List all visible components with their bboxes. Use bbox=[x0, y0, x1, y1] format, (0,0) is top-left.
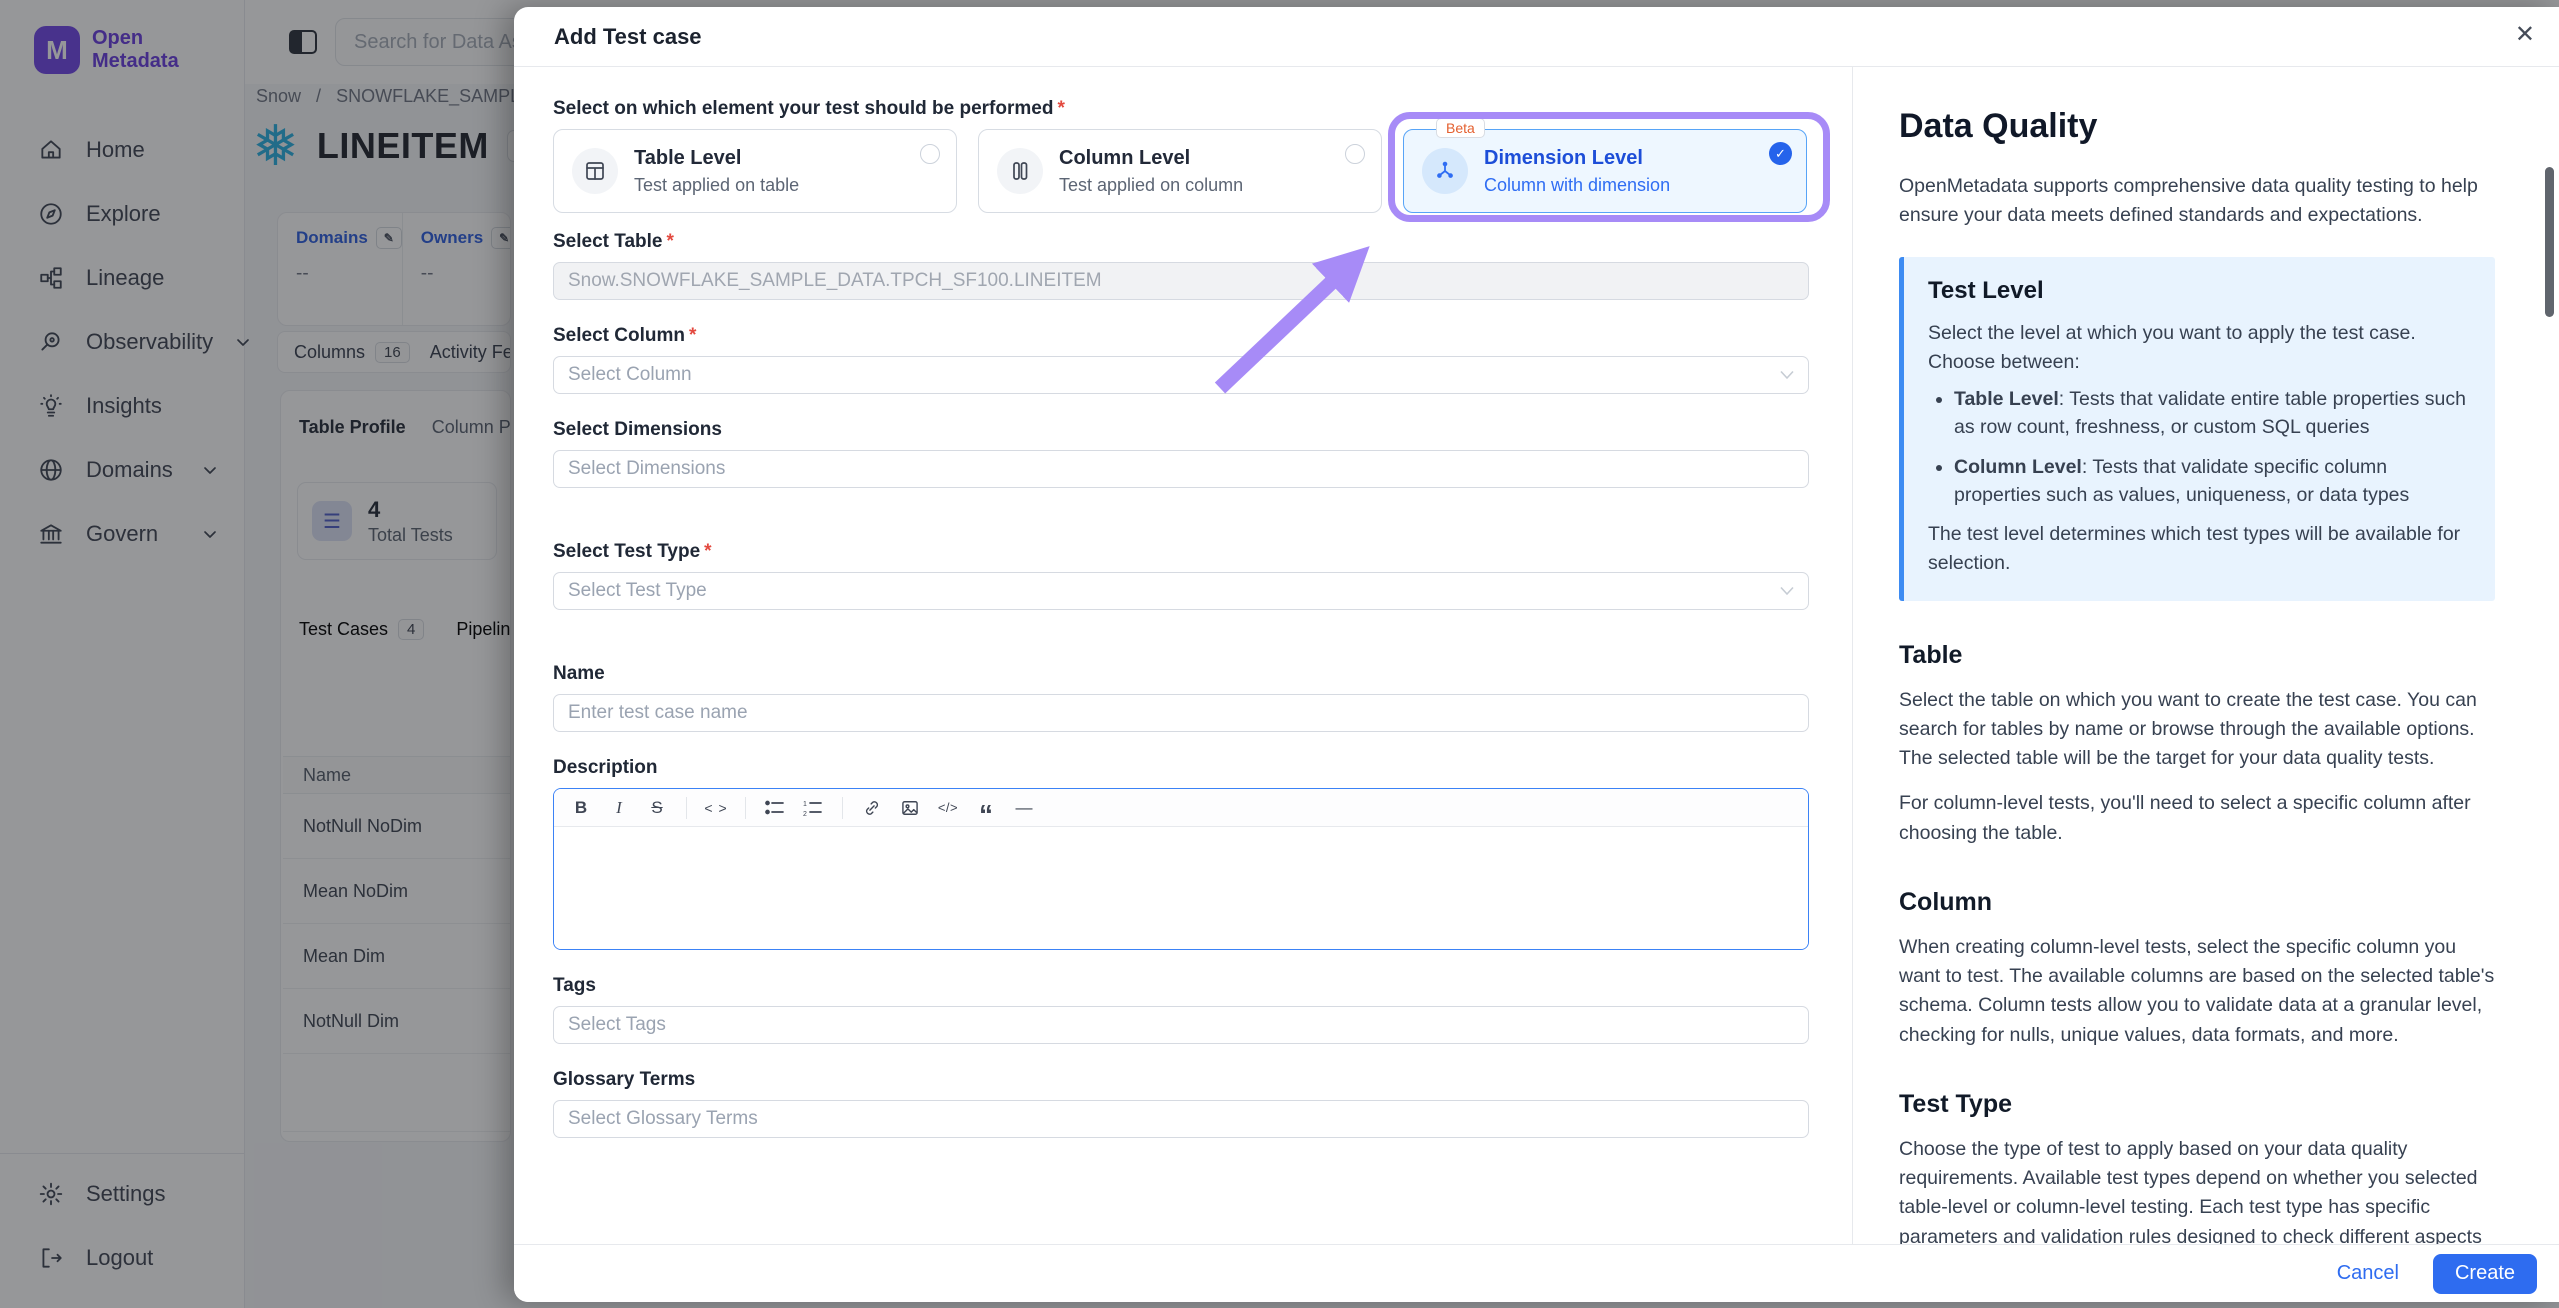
chevron-down-icon bbox=[1780, 370, 1794, 380]
docs-intro: OpenMetadata supports comprehensive data… bbox=[1899, 172, 2495, 231]
select-table-input: Snow.SNOWFLAKE_SAMPLE_DATA.TPCH_SF100.LI… bbox=[553, 262, 1809, 300]
description-field: Description B I S < > 12 bbox=[553, 756, 1809, 950]
select-test-type-field: Select Test Type* Select Test Type bbox=[553, 540, 1809, 610]
description-textarea[interactable] bbox=[554, 827, 1808, 949]
test-level-bullets: Table Level: Tests that validate entire … bbox=[1928, 385, 2471, 509]
select-dimensions-input[interactable]: Select Dimensions bbox=[553, 450, 1809, 488]
quote-icon[interactable]: “ bbox=[969, 794, 1003, 822]
docs-bullet: Column Level: Tests that validate specif… bbox=[1954, 453, 2471, 510]
docs-paragraph: For column-level tests, you'll need to s… bbox=[1899, 789, 2495, 848]
modal-title: Add Test case bbox=[554, 24, 702, 50]
beta-badge: Beta bbox=[1436, 118, 1485, 138]
link-icon[interactable] bbox=[855, 794, 889, 822]
tags-field: Tags Select Tags bbox=[553, 974, 1809, 1044]
card-title: Column Level bbox=[1059, 147, 1243, 170]
docs-paragraph: Select the level at which you want to ap… bbox=[1928, 319, 2471, 378]
card-dimension-level[interactable]: Beta Dimension Level Column with dimensi… bbox=[1403, 129, 1807, 213]
bullet-list-icon[interactable] bbox=[758, 794, 792, 822]
docs-heading-column: Column bbox=[1899, 888, 2495, 917]
svg-text:2: 2 bbox=[803, 811, 807, 817]
select-column-dropdown[interactable]: Select Column bbox=[553, 356, 1809, 394]
selected-check-icon: ✓ bbox=[1769, 142, 1792, 165]
chevron-down-icon bbox=[1780, 586, 1794, 596]
radio-unselected-icon[interactable] bbox=[1345, 144, 1365, 164]
docs-panel: Data Quality OpenMetadata supports compr… bbox=[1852, 67, 2559, 1244]
cancel-button[interactable]: Cancel bbox=[2337, 1262, 2399, 1285]
card-table-level[interactable]: Table Level Test applied on table bbox=[553, 129, 957, 213]
bold-icon[interactable]: B bbox=[564, 794, 598, 822]
table-icon bbox=[572, 148, 618, 194]
modal-header: Add Test case ✕ bbox=[514, 7, 2559, 67]
card-title: Dimension Level bbox=[1484, 147, 1670, 170]
select-test-type-dropdown[interactable]: Select Test Type bbox=[553, 572, 1809, 610]
name-field: Name Enter test case name bbox=[553, 662, 1809, 732]
radio-unselected-icon[interactable] bbox=[920, 144, 940, 164]
dimension-icon bbox=[1422, 148, 1468, 194]
code-block-icon[interactable]: </> bbox=[931, 794, 965, 822]
columns-icon bbox=[997, 148, 1043, 194]
italic-icon[interactable]: I bbox=[602, 794, 636, 822]
strikethrough-icon[interactable]: S bbox=[640, 794, 674, 822]
test-level-cards: Table Level Test applied on table Column… bbox=[553, 129, 1809, 213]
docs-heading-test-level: Test Level bbox=[1928, 277, 2471, 305]
modal-body: Select on which element your test should… bbox=[514, 67, 2559, 1244]
test-level-infobox: Test Level Select the level at which you… bbox=[1899, 257, 2495, 601]
card-subtitle: Column with dimension bbox=[1484, 175, 1670, 196]
modal-footer: Cancel Create bbox=[514, 1244, 2559, 1302]
horizontal-rule-icon[interactable]: — bbox=[1007, 794, 1041, 822]
numbered-list-icon[interactable]: 12 bbox=[796, 794, 830, 822]
docs-title: Data Quality bbox=[1899, 107, 2495, 146]
card-title: Table Level bbox=[634, 147, 799, 170]
select-table-field: Select Table* Snow.SNOWFLAKE_SAMPLE_DATA… bbox=[553, 230, 1809, 300]
description-editor[interactable]: B I S < > 12 </> “ bbox=[553, 788, 1809, 950]
docs-heading-table: Table bbox=[1899, 641, 2495, 670]
glossary-terms-field: Glossary Terms Select Glossary Terms bbox=[553, 1068, 1809, 1138]
inline-code-icon[interactable]: < > bbox=[699, 794, 733, 822]
docs-paragraph: Choose the type of test to apply based o… bbox=[1899, 1135, 2495, 1244]
create-button[interactable]: Create bbox=[2433, 1254, 2537, 1294]
select-column-field: Select Column* Select Column bbox=[553, 324, 1809, 394]
card-subtitle: Test applied on table bbox=[634, 175, 799, 196]
tags-input[interactable]: Select Tags bbox=[553, 1006, 1809, 1044]
docs-scrollbar[interactable] bbox=[2545, 167, 2554, 317]
svg-text:1: 1 bbox=[803, 801, 807, 808]
docs-heading-test-type: Test Type bbox=[1899, 1090, 2495, 1119]
add-test-case-modal: Add Test case ✕ Select on which element … bbox=[514, 7, 2559, 1302]
docs-bullet: Table Level: Tests that validate entire … bbox=[1954, 385, 2471, 442]
docs-paragraph: When creating column-level tests, select… bbox=[1899, 933, 2495, 1050]
card-column-level[interactable]: Column Level Test applied on column bbox=[978, 129, 1382, 213]
app-root: M OpenMetadata Home Explore Lineage bbox=[0, 0, 2559, 1308]
docs-paragraph: Select the table on which you want to cr… bbox=[1899, 686, 2495, 774]
editor-toolbar: B I S < > 12 </> “ bbox=[554, 789, 1808, 827]
close-icon[interactable]: ✕ bbox=[2515, 23, 2535, 47]
select-dimensions-field: Select Dimensions Select Dimensions bbox=[553, 418, 1809, 488]
glossary-terms-input[interactable]: Select Glossary Terms bbox=[553, 1100, 1809, 1138]
card-subtitle: Test applied on column bbox=[1059, 175, 1243, 196]
name-input[interactable]: Enter test case name bbox=[553, 694, 1809, 732]
test-case-form: Select on which element your test should… bbox=[553, 67, 1809, 1162]
element-select-label: Select on which element your test should… bbox=[553, 97, 1809, 121]
docs-paragraph: The test level determines which test typ… bbox=[1928, 520, 2471, 579]
image-icon[interactable] bbox=[893, 794, 927, 822]
